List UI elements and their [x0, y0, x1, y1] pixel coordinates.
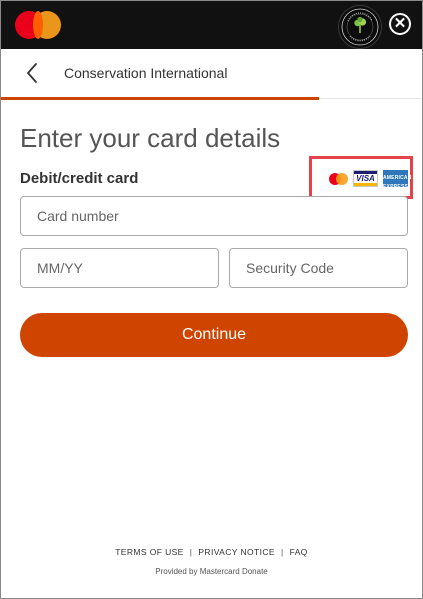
continue-button[interactable]: Continue	[20, 313, 408, 357]
visa-text: VISA	[356, 174, 375, 183]
header: Conservation International	[1, 49, 422, 97]
close-icon: ✕	[393, 15, 407, 32]
page-title: Enter your card details	[20, 123, 281, 153]
close-button[interactable]: ✕	[389, 13, 411, 35]
organization-name: Conservation International	[64, 65, 228, 81]
visa-icon: VISA	[353, 170, 378, 187]
amex-icon: AMERICAN EXPRESS	[383, 170, 411, 190]
footer-separator: |	[189, 547, 193, 557]
amex-text: AMERICAN EXPRESS	[383, 175, 412, 190]
provided-by-text: Provided by Mastercard Donate	[155, 567, 268, 576]
footer-separator: |	[280, 547, 284, 557]
card-number-input[interactable]	[21, 197, 407, 235]
security-code-field[interactable]	[229, 248, 408, 288]
top-bar: ✕	[1, 1, 422, 49]
faq-link[interactable]: FAQ	[290, 547, 308, 557]
card-number-field[interactable]	[20, 196, 408, 236]
mastercard-icon	[329, 173, 349, 185]
donation-widget: ✕ Conservation International Enter your …	[0, 0, 423, 599]
priceless-planet-coalition-icon	[338, 5, 382, 49]
back-button[interactable]	[21, 61, 45, 85]
terms-of-use-link[interactable]: TERMS OF USE	[115, 547, 184, 557]
privacy-notice-link[interactable]: PRIVACY NOTICE	[198, 547, 275, 557]
expiry-field[interactable]	[20, 248, 219, 288]
progress-line	[1, 97, 319, 100]
accepted-cards: VISA AMERICAN EXPRESS	[309, 156, 413, 199]
divider	[319, 98, 422, 99]
section-label: Debit/credit card	[20, 170, 139, 187]
footer-links: TERMS OF USE | PRIVACY NOTICE | FAQ	[1, 547, 422, 557]
security-code-input[interactable]	[230, 249, 407, 287]
mastercard-logo	[15, 11, 63, 39]
chevron-left-icon	[26, 63, 37, 83]
expiry-input[interactable]	[21, 249, 218, 287]
